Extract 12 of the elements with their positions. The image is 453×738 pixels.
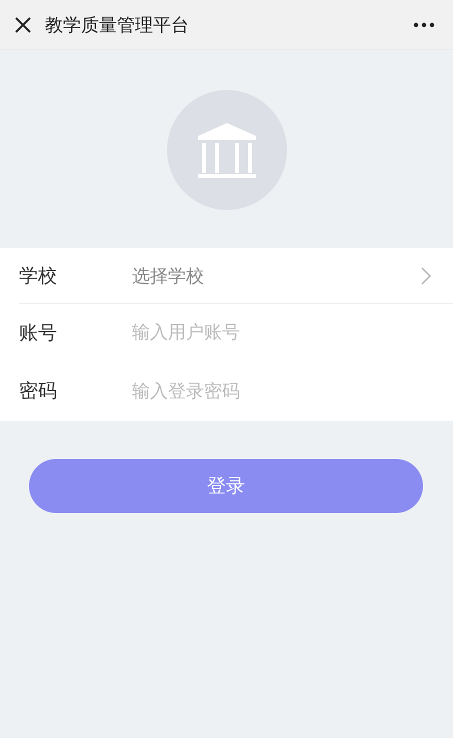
page-title: 教学质量管理平台: [45, 14, 190, 36]
password-field[interactable]: 输入登录密码: [132, 380, 431, 402]
field-label: 密码: [19, 379, 58, 404]
account-field[interactable]: 输入用户账号: [132, 322, 431, 343]
close-icon[interactable]: [14, 16, 32, 34]
chevron-right-icon: [421, 266, 431, 284]
field-label: 学校: [19, 264, 58, 288]
field-label: 账号: [19, 320, 58, 346]
login-button[interactable]: 登录: [29, 459, 423, 513]
bank-building-icon: [166, 90, 286, 210]
school-picker[interactable]: 选择学校: [132, 264, 421, 288]
more-icon[interactable]: [413, 22, 435, 28]
